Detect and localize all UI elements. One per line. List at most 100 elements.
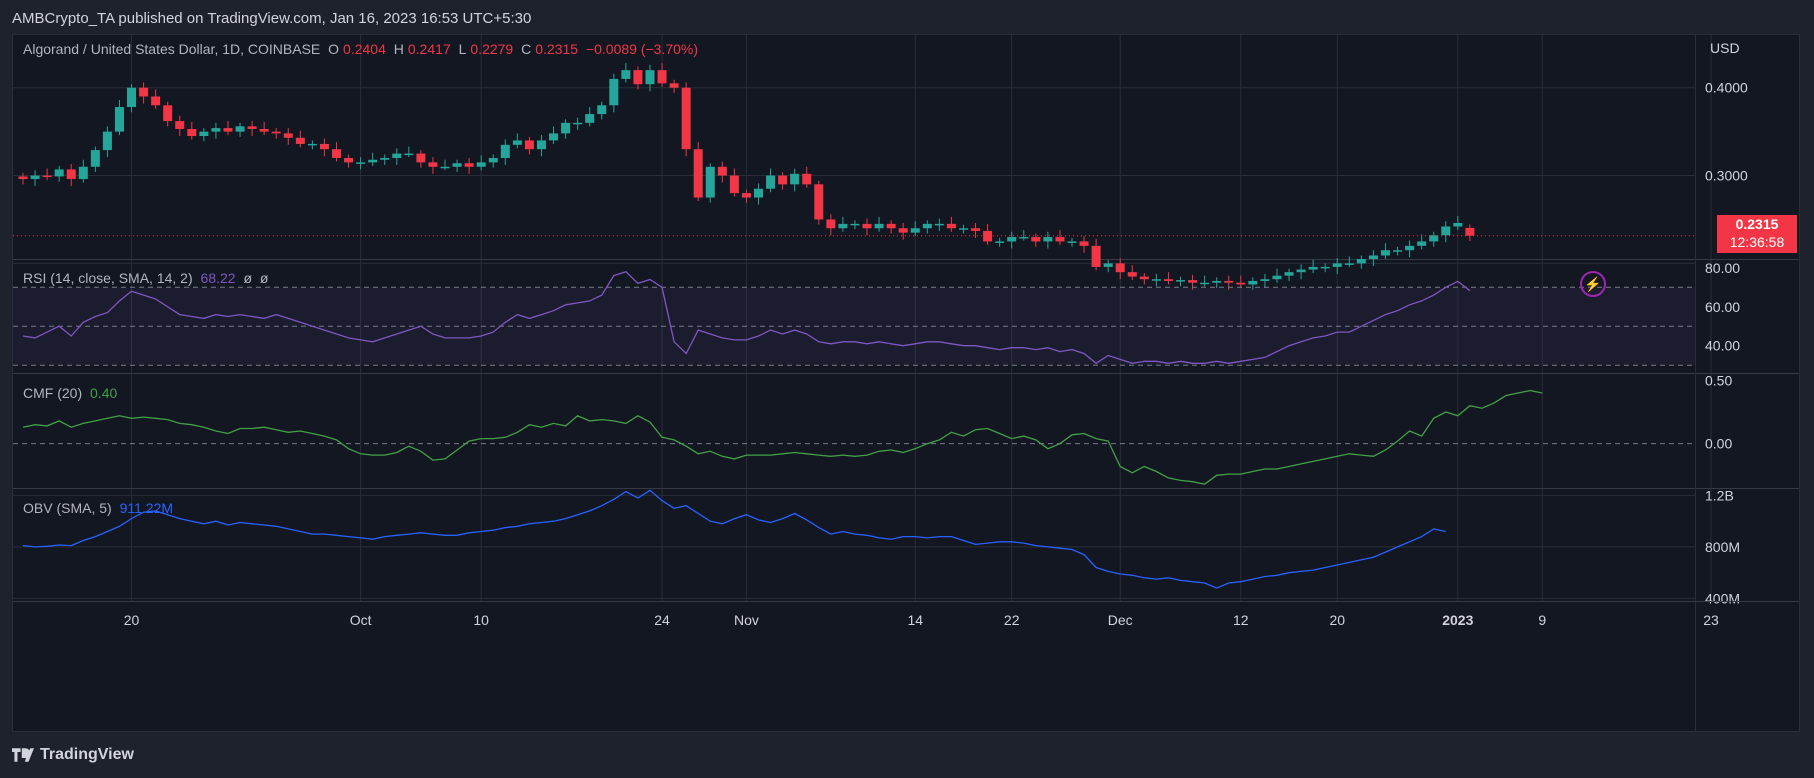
- candle-body: [1043, 237, 1053, 242]
- candle-body: [717, 166, 727, 176]
- candle-body: [404, 153, 414, 156]
- candle-body: [127, 87, 137, 108]
- chart-frame: 20 Oct 10 24 Nov 14 22 Dec 12 20 2023 9 23 0.4000 0.30…: [12, 34, 1800, 732]
- candle-body: [163, 105, 173, 122]
- chart-svg[interactable]: 20 Oct 10 24 Nov 14 22 Dec 12 20 2023 9 23 0.4000 0.30…: [13, 35, 1800, 732]
- candle-body: [995, 241, 1005, 243]
- candle-body: [971, 228, 981, 231]
- candle-body: [1260, 279, 1270, 281]
- rsi-legend: RSI (14, close, SMA, 14, 2) 68.22 ø ø: [23, 270, 272, 286]
- obv-label: OBV (SMA, 5): [23, 500, 112, 516]
- candle-body: [597, 105, 607, 115]
- candle-body: [609, 78, 619, 106]
- obv-legend: OBV (SMA, 5) 911.22M: [23, 500, 177, 516]
- candle-body: [1272, 275, 1282, 280]
- tradingview-logo-icon: [12, 748, 34, 762]
- publish-header: AMBCrypto_TA published on TradingView.co…: [12, 10, 532, 27]
- y-tick-label: 0.00: [1705, 436, 1732, 452]
- cmf-line: [22, 389, 1543, 485]
- candle-body: [1079, 241, 1089, 246]
- candle-body: [187, 128, 197, 137]
- candle-body: [705, 166, 715, 198]
- footer-brand[interactable]: TradingView: [12, 746, 134, 764]
- candle-body: [1188, 280, 1198, 283]
- candle-body: [802, 173, 812, 185]
- candle-body: [1151, 279, 1161, 281]
- candle-body: [114, 107, 124, 132]
- candle-body: [693, 149, 703, 198]
- candle-body: [886, 223, 896, 229]
- low-value: 0.2279: [470, 41, 514, 57]
- candle-body: [1296, 269, 1306, 273]
- high-key: H: [393, 41, 404, 57]
- candle-body: [235, 126, 245, 132]
- candle-body: [1356, 259, 1366, 264]
- candle-body: [741, 193, 751, 198]
- x-tick-label: Nov: [734, 612, 759, 628]
- candle-body: [1465, 227, 1475, 236]
- candle-body: [524, 140, 534, 150]
- candle-body: [139, 87, 149, 97]
- y-tick-label: 400M: [1705, 590, 1740, 606]
- candle-body: [90, 150, 100, 167]
- candle-body: [500, 144, 510, 158]
- candle-body: [1380, 250, 1390, 256]
- candle-body: [1224, 280, 1234, 283]
- candle-body: [1441, 226, 1451, 236]
- lightning-icon[interactable]: ⚡: [1580, 271, 1606, 297]
- rsi-na-1: ø: [243, 270, 253, 286]
- candle-body: [1284, 272, 1294, 276]
- candle-body: [958, 228, 968, 230]
- close-value: 0.2315: [535, 41, 579, 57]
- candle-body: [428, 162, 438, 167]
- candle-body: [66, 169, 76, 180]
- obv-line: [22, 489, 1446, 589]
- candle-body: [910, 228, 920, 233]
- candle-body: [368, 159, 378, 163]
- footer-brand-label: TradingView: [40, 746, 134, 763]
- candle-body: [1236, 282, 1246, 285]
- change-value: −0.0089 (−3.70%): [585, 41, 699, 57]
- candle-body: [1007, 237, 1017, 242]
- candle-body: [681, 87, 691, 150]
- candle-body: [440, 166, 450, 169]
- obv-value: 911.22M: [119, 500, 174, 516]
- candle-body: [862, 223, 872, 229]
- candle-body: [946, 223, 956, 229]
- x-tick-label: 14: [907, 612, 923, 628]
- candle-body: [561, 122, 571, 134]
- candle-body: [175, 121, 185, 129]
- candle-body: [1031, 237, 1041, 242]
- candle-body: [1139, 276, 1149, 280]
- candle-body: [1248, 280, 1258, 285]
- cmf-label: CMF (20): [23, 385, 83, 401]
- x-tick-label: 24: [654, 612, 670, 628]
- candle-body: [838, 223, 848, 229]
- x-tick-label: 12: [1233, 612, 1249, 628]
- candle-body: [1127, 272, 1137, 277]
- open-value: 0.2404: [343, 41, 386, 57]
- cmf-value: 0.40: [90, 385, 118, 401]
- x-tick-label: Oct: [350, 612, 372, 628]
- candle-body: [729, 175, 739, 194]
- x-tick-label: 10: [473, 612, 489, 628]
- close-key: C: [521, 41, 532, 57]
- candle-body: [1176, 280, 1186, 282]
- candle-body: [54, 169, 64, 177]
- candle-body: [199, 131, 209, 137]
- candle-body: [488, 157, 498, 163]
- candle-body: [416, 153, 426, 163]
- y-tick-label: 40.00: [1705, 338, 1740, 354]
- x-tick-label: 22: [1004, 612, 1020, 628]
- candle-body: [621, 70, 631, 79]
- candle-body: [331, 149, 341, 158]
- x-tick-label: Dec: [1108, 612, 1133, 628]
- candle-body: [30, 175, 40, 180]
- candle-body: [778, 175, 788, 185]
- candle-body: [356, 162, 366, 164]
- open-key: O: [328, 41, 340, 57]
- y-tick-label: 0.3000: [1705, 168, 1748, 184]
- candle-body: [1163, 279, 1173, 281]
- candle-body: [1091, 245, 1101, 267]
- candle-body: [826, 219, 836, 229]
